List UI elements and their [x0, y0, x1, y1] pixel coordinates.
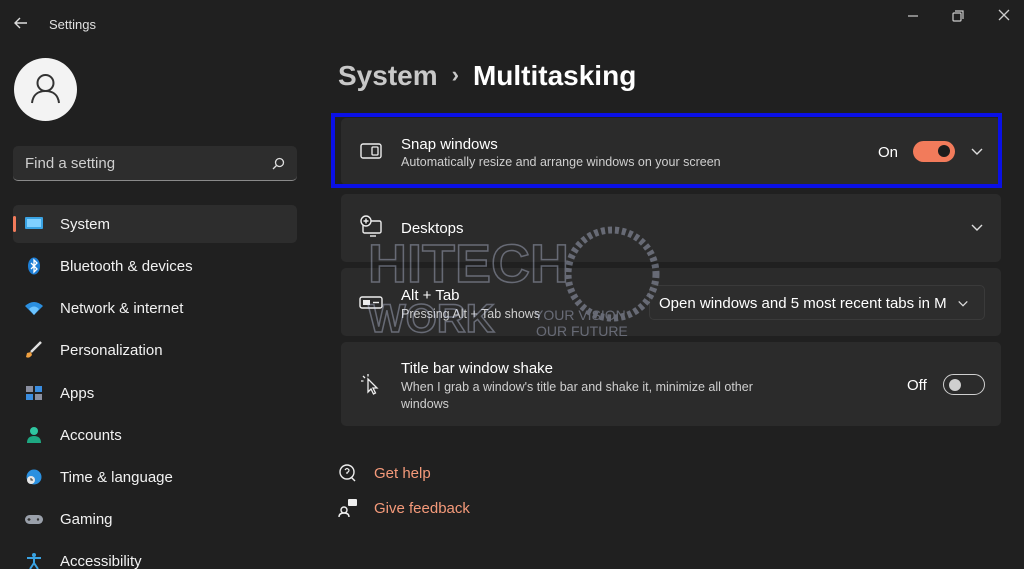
bluetooth-icon	[28, 257, 40, 275]
window-shake-title: Title bar window shake	[401, 360, 554, 377]
window-shake-toggle[interactable]	[943, 374, 985, 395]
breadcrumb: System › Multitasking	[338, 60, 636, 92]
account-icon	[27, 427, 41, 443]
active-indicator	[13, 216, 16, 232]
help-chat-icon	[339, 464, 356, 482]
chevron-down-icon[interactable]	[970, 223, 984, 233]
chevron-down-icon[interactable]	[970, 147, 984, 157]
desktops-card[interactable]: Desktops	[341, 194, 1001, 262]
snap-windows-card[interactable]: Snap windows Automatically resize and ar…	[341, 118, 1001, 185]
title-bar: Settings	[0, 0, 1024, 46]
sidebar-item-label: Time & language	[60, 469, 173, 486]
paintbrush-icon	[26, 341, 42, 358]
minimize-icon	[908, 15, 918, 17]
get-help-label[interactable]: Get help	[374, 465, 431, 482]
sidebar-item-label: Gaming	[60, 511, 113, 528]
back-button[interactable]	[10, 12, 32, 34]
alt-tab-subtitle: Pressing Alt + Tab shows	[401, 307, 541, 321]
sidebar-item-personalization[interactable]: Personalization	[13, 331, 297, 369]
window-shake-subtitle: When I grab a window's title bar and sha…	[401, 380, 753, 411]
feedback-icon	[338, 499, 357, 518]
app-title: Settings	[49, 17, 96, 32]
alt-tab-dropdown[interactable]: Open windows and 5 most recent tabs in M	[649, 285, 985, 320]
globe-clock-icon	[26, 469, 42, 485]
page-title: Multitasking	[472, 60, 637, 91]
sidebar-item-label: Network & internet	[60, 300, 184, 317]
cursor-shake-icon	[361, 374, 379, 395]
gamepad-icon	[25, 515, 43, 524]
sidebar-item-label: Personalization	[60, 342, 163, 359]
search-input[interactable]: Find a setting	[25, 155, 115, 172]
search-box[interactable]: Find a setting	[13, 146, 297, 181]
sidebar-item-apps[interactable]: Apps	[13, 374, 297, 412]
sidebar-item-system[interactable]: System	[13, 205, 297, 243]
minimize-button[interactable]	[902, 6, 924, 26]
person-icon	[31, 74, 60, 104]
search-icon[interactable]	[270, 156, 286, 172]
desktops-title: Desktops	[401, 220, 464, 237]
snap-windows-state: On	[878, 144, 899, 161]
apps-icon	[26, 386, 42, 400]
virtual-desktops-icon	[360, 215, 382, 237]
sidebar-item-network[interactable]: Network & internet	[13, 289, 297, 327]
sidebar-item-label: System	[60, 216, 111, 233]
sidebar-item-label: Accounts	[60, 427, 122, 444]
window-shake-state: Off	[907, 377, 927, 394]
system-monitor-icon	[25, 217, 43, 229]
chevron-down-icon	[958, 301, 968, 307]
breadcrumb-parent[interactable]: System	[338, 60, 438, 91]
sidebar-item-accessibility[interactable]: Accessibility	[13, 542, 297, 569]
toggle-knob	[938, 145, 950, 157]
sidebar-item-accounts[interactable]: Accounts	[13, 416, 297, 454]
avatar[interactable]	[14, 58, 77, 121]
sidebar-item-gaming[interactable]: Gaming	[13, 500, 297, 538]
back-arrow-icon	[14, 17, 27, 29]
sidebar-item-label: Accessibility	[60, 553, 142, 569]
snap-windows-subtitle: Automatically resize and arrange windows…	[401, 155, 721, 169]
restore-icon	[952, 10, 964, 22]
sidebar-item-label: Apps	[60, 385, 95, 402]
sidebar-item-label: Bluetooth & devices	[60, 258, 193, 275]
give-feedback-label[interactable]: Give feedback	[374, 500, 470, 517]
close-icon	[998, 9, 1010, 21]
wifi-icon	[25, 302, 43, 315]
snap-windows-toggle[interactable]	[913, 141, 955, 162]
breadcrumb-separator: ›	[451, 62, 459, 87]
sidebar-item-bluetooth[interactable]: Bluetooth & devices	[13, 247, 297, 285]
sidebar-item-time-language[interactable]: Time & language	[13, 458, 297, 496]
snap-layout-icon	[360, 143, 382, 159]
alt-tab-title: Alt + Tab	[401, 287, 460, 304]
accessibility-icon	[27, 553, 41, 569]
toggle-knob	[949, 378, 961, 391]
keyboard-alt-tab-icon	[359, 296, 383, 309]
window-shake-card: Title bar window shake When I grab a win…	[341, 342, 1001, 426]
alt-tab-selected-value: Open windows and 5 most recent tabs in M	[659, 295, 947, 312]
restore-button[interactable]	[947, 6, 969, 26]
close-button[interactable]	[993, 6, 1015, 26]
snap-windows-title: Snap windows	[401, 136, 498, 153]
